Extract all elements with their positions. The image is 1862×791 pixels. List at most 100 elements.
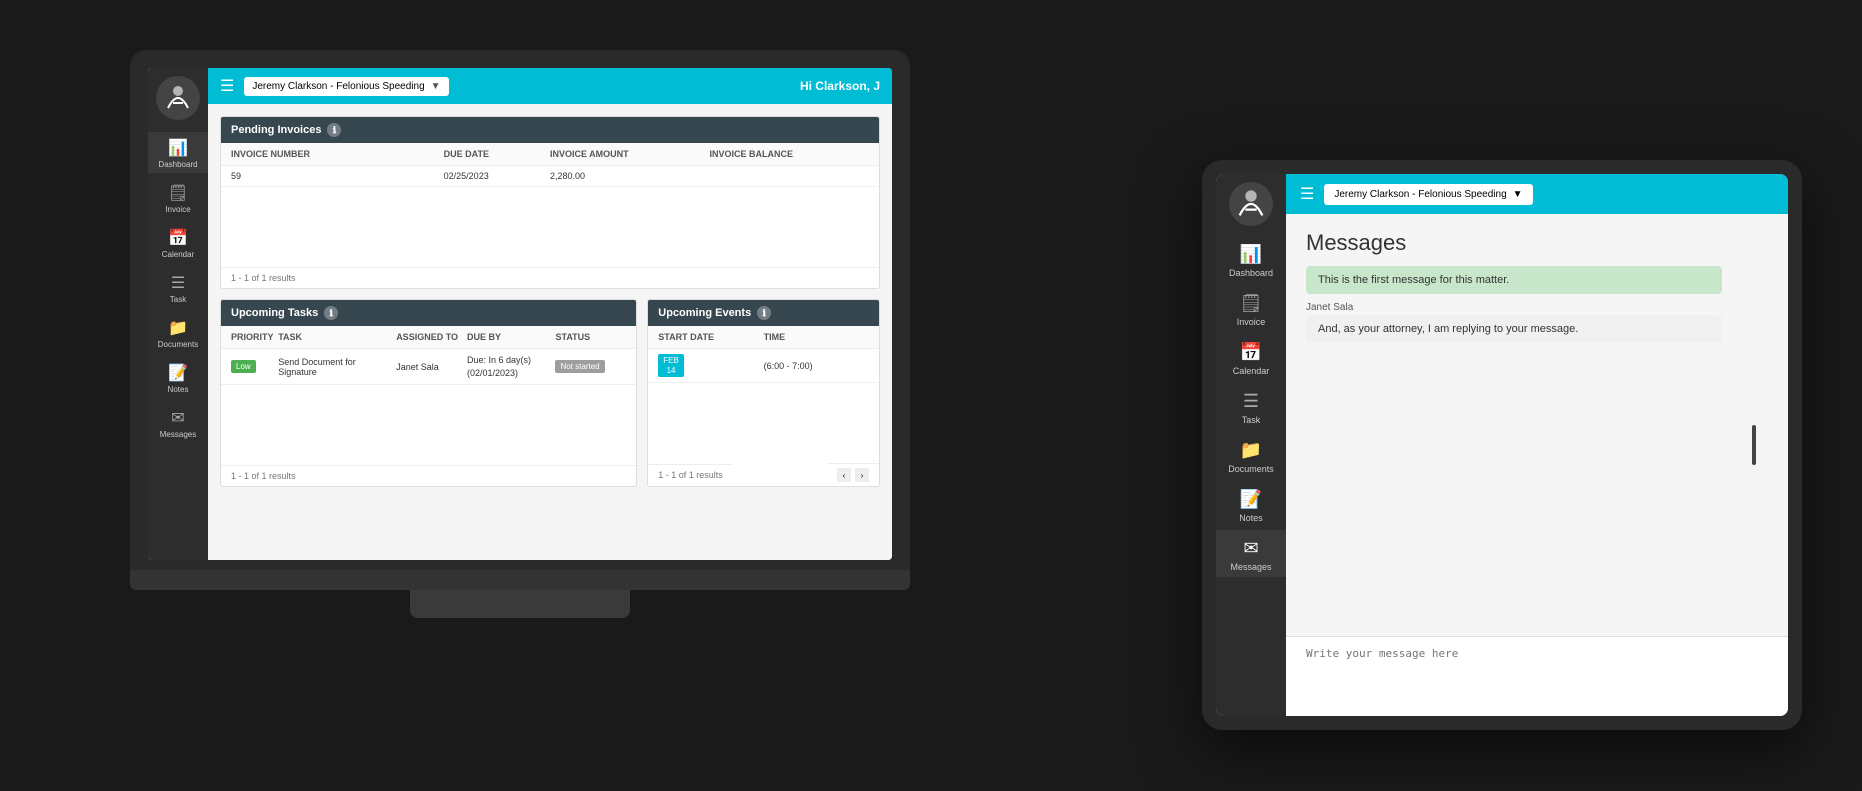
tablet-sidebar-item-invoice[interactable]: 🗒 Invoice (1216, 285, 1286, 332)
message-sender-name: Janet Sala (1306, 302, 1768, 313)
pending-invoices-info-icon[interactable]: ℹ (327, 123, 341, 137)
tablet-sidebar-label-messages: Messages (1230, 562, 1271, 572)
invoices-column-headers: INVOICE NUMBER DUE DATE INVOICE AMOUNT I… (221, 143, 879, 166)
sidebar-item-invoice[interactable]: 🗒 Invoice (148, 177, 208, 218)
tablet-sidebar-item-dashboard[interactable]: 📊 Dashboard (1216, 236, 1286, 283)
sidebar-label-task: Task (170, 295, 186, 304)
tablet-task-icon: ☰ (1243, 391, 1259, 412)
tablet-content: Messages This is the first message for t… (1286, 214, 1788, 716)
upcoming-tasks-header: Upcoming Tasks ℹ (221, 300, 636, 326)
task-icon: ☰ (171, 273, 185, 293)
invoice-icon: 🗒 (168, 183, 188, 203)
tasks-info-icon[interactable]: ℹ (324, 306, 338, 320)
task-name: Send Document for Signature (278, 357, 396, 377)
events-info-icon[interactable]: ℹ (757, 306, 771, 320)
sidebar-item-dashboard[interactable]: 📊 Dashboard (148, 132, 208, 173)
tablet-documents-icon: 📁 (1240, 440, 1262, 461)
sidebar-item-notes[interactable]: 📝 Notes (148, 357, 208, 398)
events-pagination: ‹ › (827, 463, 879, 486)
message-text-2: And, as your attorney, I am replying to … (1318, 323, 1710, 335)
sidebar-item-task[interactable]: ☰ Task (148, 267, 208, 308)
tablet-sidebar-label-task: Task (1242, 415, 1261, 425)
task-status-badge: Not started (555, 360, 626, 373)
events-column-headers: START DATE TIME (648, 326, 879, 349)
tablet-sidebar-item-calendar[interactable]: 📅 Calendar (1216, 334, 1286, 381)
task-assigned-to: Janet Sala (396, 362, 467, 372)
col-assigned-to: ASSIGNED TO (396, 332, 467, 342)
laptop-content-area: Pending Invoices ℹ INVOICE NUMBER DUE DA… (208, 104, 892, 560)
upcoming-tasks-panel: Upcoming Tasks ℹ PRIORITY TASK ASSIGNED … (220, 299, 637, 487)
col-task: TASK (278, 332, 396, 342)
invoice-balance (710, 171, 870, 181)
tablet-invoice-icon: 🗒 (1240, 293, 1263, 314)
upcoming-tasks-title: Upcoming Tasks (231, 307, 318, 319)
sidebar-label-calendar: Calendar (162, 250, 194, 259)
message-text-1: This is the first message for this matte… (1318, 274, 1710, 286)
laptop-screen-border: 📊 Dashboard 🗒 Invoice 📅 Calendar ☰ Task … (130, 50, 910, 570)
message-item-green: This is the first message for this matte… (1306, 266, 1722, 294)
calendar-icon: 📅 (168, 228, 188, 248)
sidebar-item-calendar[interactable]: 📅 Calendar (148, 222, 208, 263)
event-row: FEB 14 (6:00 - 7:00) (648, 349, 879, 383)
col-priority: PRIORITY (231, 332, 278, 342)
upcoming-events-panel: Upcoming Events ℹ START DATE TIME FEB 14 (647, 299, 880, 487)
pending-invoices-header: Pending Invoices ℹ (221, 117, 879, 143)
invoice-row: 59 02/25/2023 2,280.00 (221, 166, 879, 187)
col-invoice-amount: INVOICE AMOUNT (550, 149, 710, 159)
sidebar-label-dashboard: Dashboard (158, 160, 197, 169)
message-input[interactable] (1306, 647, 1768, 686)
sidebar-item-messages[interactable]: ✉ Messages (148, 402, 208, 443)
sidebar-label-invoice: Invoice (165, 205, 190, 214)
laptop-stand (410, 590, 630, 618)
laptop-main-content: ☰ Jeremy Clarkson - Felonious Speeding ▼… (208, 68, 892, 560)
tablet-sidebar-label-calendar: Calendar (1233, 366, 1270, 376)
prev-page-button[interactable]: ‹ (837, 468, 851, 482)
messages-list: This is the first message for this matte… (1286, 266, 1788, 636)
tablet-sidebar-label-dashboard: Dashboard (1229, 268, 1273, 278)
tablet-notes-icon: 📝 (1240, 489, 1262, 510)
tablet-sidebar-item-messages[interactable]: ✉ Messages (1216, 530, 1286, 577)
tasks-result-count: 1 - 1 of 1 results (221, 465, 636, 486)
laptop-sidebar: 📊 Dashboard 🗒 Invoice 📅 Calendar ☰ Task … (148, 68, 208, 560)
next-page-button[interactable]: › (855, 468, 869, 482)
sidebar-label-messages: Messages (160, 430, 196, 439)
status-badge-not-started: Not started (555, 360, 604, 373)
tablet-sidebar-item-notes[interactable]: 📝 Notes (1216, 481, 1286, 528)
sidebar-logo (156, 76, 200, 120)
tablet-dropdown-arrow-icon: ▼ (1513, 189, 1523, 200)
messages-icon: ✉ (171, 408, 184, 428)
header-greeting: Hi Clarkson, J (800, 79, 880, 93)
invoices-result-count: 1 - 1 of 1 results (221, 267, 879, 288)
invoice-due-date: 02/25/2023 (444, 171, 550, 181)
col-due-date: DUE DATE (444, 149, 550, 159)
tablet-sidebar-label-invoice: Invoice (1237, 317, 1266, 327)
messages-page-title: Messages (1286, 214, 1788, 266)
sidebar-label-notes: Notes (168, 385, 189, 394)
tablet-hamburger-icon[interactable]: ☰ (1300, 184, 1314, 204)
priority-badge-low: Low (231, 360, 256, 373)
hamburger-menu-icon[interactable]: ☰ (220, 76, 234, 96)
tablet-sidebar-item-documents[interactable]: 📁 Documents (1216, 432, 1286, 479)
col-status: STATUS (555, 332, 626, 342)
case-dropdown-text: Jeremy Clarkson - Felonious Speeding (252, 81, 424, 92)
laptop-header: ☰ Jeremy Clarkson - Felonious Speeding ▼… (208, 68, 892, 104)
tablet-sidebar-label-documents: Documents (1228, 464, 1274, 474)
sidebar-label-documents: Documents (158, 340, 198, 349)
message-input-area[interactable] (1286, 636, 1788, 716)
tablet-case-dropdown[interactable]: Jeremy Clarkson - Felonious Speeding ▼ (1324, 184, 1532, 205)
tablet-header: ☰ Jeremy Clarkson - Felonious Speeding ▼ (1286, 174, 1788, 214)
tablet-device: 📊 Dashboard 🗒 Invoice 📅 Calendar ☰ Task … (1202, 160, 1802, 730)
task-priority-badge: Low (231, 360, 278, 373)
tablet-sidebar-item-task[interactable]: ☰ Task (1216, 383, 1286, 430)
tablet-dropdown-text: Jeremy Clarkson - Felonious Speeding (1334, 189, 1506, 200)
pending-invoices-panel: Pending Invoices ℹ INVOICE NUMBER DUE DA… (220, 116, 880, 289)
tablet-sidebar: 📊 Dashboard 🗒 Invoice 📅 Calendar ☰ Task … (1216, 174, 1286, 716)
laptop-base (130, 570, 910, 590)
col-start-date: START DATE (658, 332, 763, 342)
col-due-by: DUE BY (467, 332, 556, 342)
event-date: FEB 14 (658, 354, 684, 377)
dropdown-arrow-icon: ▼ (431, 81, 441, 92)
invoice-number: 59 (231, 171, 444, 181)
sidebar-item-documents[interactable]: 📁 Documents (148, 312, 208, 353)
case-dropdown[interactable]: Jeremy Clarkson - Felonious Speeding ▼ (244, 77, 448, 96)
